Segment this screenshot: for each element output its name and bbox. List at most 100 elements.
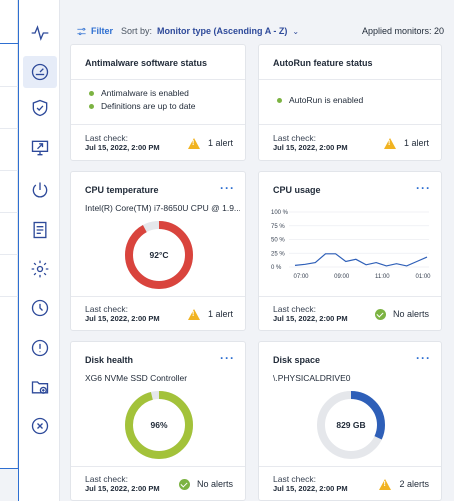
alert-status[interactable]: 1 alert [383,137,429,149]
autorun-card: AutoRun feature status AutoRun is enable… [258,44,442,161]
more-options-button[interactable]: ··· [416,181,431,195]
divider [71,79,245,80]
applied-monitors-count: Applied monitors: 20 [361,26,444,36]
background-divider [0,170,18,171]
history-icon[interactable] [28,296,52,320]
alert-status[interactable]: 2 alerts [379,478,429,490]
alert-status[interactable]: 1 alert [187,308,233,320]
alert-status[interactable]: 1 alert [187,137,233,149]
filter-icon [77,27,86,35]
background-divider [0,212,18,213]
disk-space-card: Disk space ··· \.PHYSICALDRIVE0 829 GB L… [258,341,442,501]
last-check: Last check: Jul 15, 2022, 2:00 PM [273,304,348,323]
cpu-usage-card: CPU usage ··· 0 % 25 % 50 % 75 % 100 % 07:00 0… [258,171,442,331]
divider [71,466,245,467]
alert-icon[interactable] [28,336,52,360]
toolbar: Filter Sort by: Monitor type (Ascending … [60,18,454,44]
sort-dropdown[interactable]: Monitor type (Ascending A - Z) [157,26,287,36]
background-divider [0,254,18,255]
card-subtitle: Intel(R) Core(TM) i7-8650U CPU @ 1.9... [85,203,240,213]
card-footer: Last check:Jul 15, 2022, 2:00 PM 2 alert… [273,474,429,494]
folder-add-icon[interactable] [28,375,52,399]
y-tick-label: 100 % [271,210,289,216]
list-item: Definitions are up to date [89,101,196,111]
last-check: Last check: Jul 15, 2022, 2:00 PM [273,474,348,493]
last-check: Last check: Jul 15, 2022, 2:00 PM [85,304,160,323]
status-dot [89,90,94,96]
background-divider [0,128,18,129]
background-topbar [0,0,18,44]
list-item: Antimalware is enabled [89,88,189,98]
icon-sidebar [18,0,60,501]
warning-icon [379,478,392,490]
background-divider [0,296,18,297]
protection-icon[interactable] [28,96,52,120]
x-tick-label: 07:00 [293,274,309,280]
background-divider [0,86,18,87]
y-tick-label: 50 % [271,238,285,244]
card-title: CPU usage [273,185,321,195]
card-footer: Last check: Jul 15, 2022, 2:00 PM No aler… [273,304,429,324]
card-footer: Last check:Jul 15, 2022, 2:00 PM 1 alert [85,304,233,324]
card-title: CPU temperature [85,185,159,195]
power-icon[interactable] [28,178,52,202]
ok-status[interactable]: No alerts [374,308,429,320]
last-check: Last check: Jul 15, 2022, 2:00 PM [85,474,160,493]
cpu-temperature-card: CPU temperature ··· Intel(R) Core(TM) i7… [70,171,246,331]
monitoring-icon[interactable] [28,21,52,45]
card-footer: Last check:Jul 15, 2022, 2:00 PM 1 alert [273,133,429,153]
settings-icon[interactable] [28,257,52,281]
y-tick-label: 25 % [271,251,285,257]
check-icon [374,308,386,320]
card-footer: Last check: Jul 15, 2022, 2:00 PM No aler… [85,474,233,494]
disk-space-gauge: 829 GB [317,391,385,459]
more-options-button[interactable]: ··· [220,351,235,365]
close-circle-icon[interactable] [28,414,52,438]
card-subtitle: \.PHYSICALDRIVE0 [273,373,351,383]
cpu-temperature-gauge: 92°C [125,221,193,289]
warning-icon [187,137,200,149]
gauge-value: 96% [150,420,167,430]
status-dot [89,103,94,109]
more-options-button[interactable]: ··· [220,181,235,195]
more-options-button[interactable]: ··· [416,351,431,365]
divider [259,296,441,297]
background-panel [0,0,18,468]
report-icon[interactable] [28,218,52,242]
warning-icon [187,308,200,320]
filter-label: Filter [91,26,114,36]
background-bottom-line [0,468,18,469]
last-check: Last check: Jul 15, 2022, 2:00 PM [85,133,160,152]
divider [259,124,441,125]
x-tick-label: 01:00 [415,274,431,280]
card-title: Antimalware software status [85,58,208,68]
sort-label: Sort by: [121,26,153,36]
gauge-value: 92°C [150,250,169,260]
dashboard-icon[interactable] [23,56,57,88]
chevron-down-icon[interactable]: ⌄ [292,27,299,36]
x-tick-label: 11:00 [375,274,390,280]
antimalware-card: Antimalware software status Antimalware … [70,44,246,161]
filter-button[interactable]: Filter [76,26,113,37]
warning-icon [383,137,396,149]
last-check: Last check: Jul 15, 2022, 2:00 PM [273,133,348,152]
check-icon [178,478,190,490]
card-title: Disk health [85,355,134,365]
cpu-usage-chart: 0 % 25 % 50 % 75 % 100 % 07:00 09:00 11:00 01:00 [271,210,431,280]
divider [259,466,441,467]
card-subtitle: XG6 NVMe SSD Controller [85,373,188,383]
y-tick-label: 0 % [271,265,282,271]
card-footer: Last check:Jul 15, 2022, 2:00 PM 1 alert [85,133,233,153]
card-title: AutoRun feature status [273,58,373,68]
divider [71,124,245,125]
divider [71,296,245,297]
list-item: AutoRun is enabled [277,95,363,105]
card-title: Disk space [273,355,321,365]
divider [259,79,441,80]
gauge-value: 829 GB [336,420,365,430]
y-tick-label: 75 % [271,224,285,230]
remote-desktop-icon[interactable] [28,136,52,160]
x-tick-label: 09:00 [334,274,350,280]
ok-status[interactable]: No alerts [178,478,233,490]
status-dot [277,97,282,103]
